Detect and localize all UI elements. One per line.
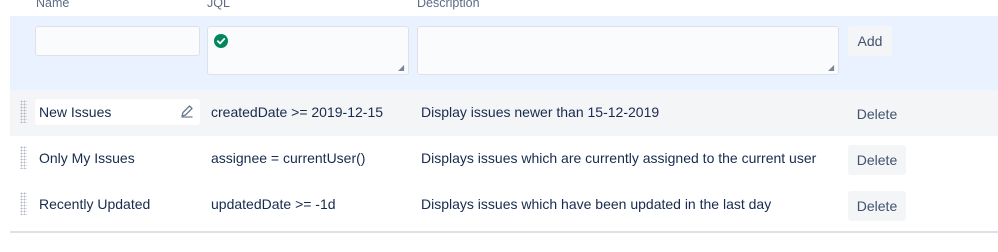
drag-handle-icon[interactable] — [20, 146, 27, 169]
resize-handle-icon[interactable]: ◢ — [828, 64, 836, 72]
filter-row: Only My Issues assignee = currentUser() … — [10, 136, 998, 182]
filter-name[interactable]: Recently Updated — [39, 182, 150, 226]
column-header-jql: JQL — [207, 0, 230, 10]
resize-handle-icon[interactable]: ◢ — [398, 64, 406, 72]
filter-description: Displays issues which have been updated … — [421, 196, 772, 212]
delete-button[interactable]: Delete — [848, 99, 906, 129]
column-header-name: Name — [36, 0, 70, 10]
delete-button[interactable]: Delete — [848, 191, 906, 221]
new-filter-name-input[interactable] — [35, 26, 200, 56]
add-filter-row: ◢ ◢ Add — [10, 16, 998, 90]
drag-handle-icon[interactable] — [20, 192, 27, 215]
new-filter-jql-input[interactable]: ◢ — [207, 26, 409, 75]
filter-jql: assignee = currentUser() — [211, 150, 366, 166]
new-filter-description-input[interactable]: ◢ — [417, 26, 839, 75]
filter-jql: updatedDate >= -1d — [211, 196, 336, 212]
filter-description: Display issues newer than 15-12-2019 — [421, 104, 660, 120]
pencil-icon[interactable] — [180, 104, 194, 118]
filter-name[interactable]: Only My Issues — [39, 136, 135, 180]
filter-row: New Issues createdDate >= 2019-12-15 Dis… — [10, 90, 998, 136]
filter-jql: createdDate >= 2019-12-15 — [211, 104, 384, 120]
filter-row: Recently Updated updatedDate >= -1d Disp… — [10, 182, 998, 228]
column-header-description: Description — [417, 0, 480, 10]
drag-handle-icon[interactable] — [20, 100, 27, 123]
table-bottom-divider — [10, 231, 998, 233]
valid-check-icon — [214, 34, 228, 48]
filter-name[interactable]: New Issues — [39, 90, 111, 134]
delete-button[interactable]: Delete — [848, 145, 906, 175]
filter-description: Displays issues which are currently assi… — [421, 150, 817, 166]
add-button[interactable]: Add — [848, 26, 892, 56]
